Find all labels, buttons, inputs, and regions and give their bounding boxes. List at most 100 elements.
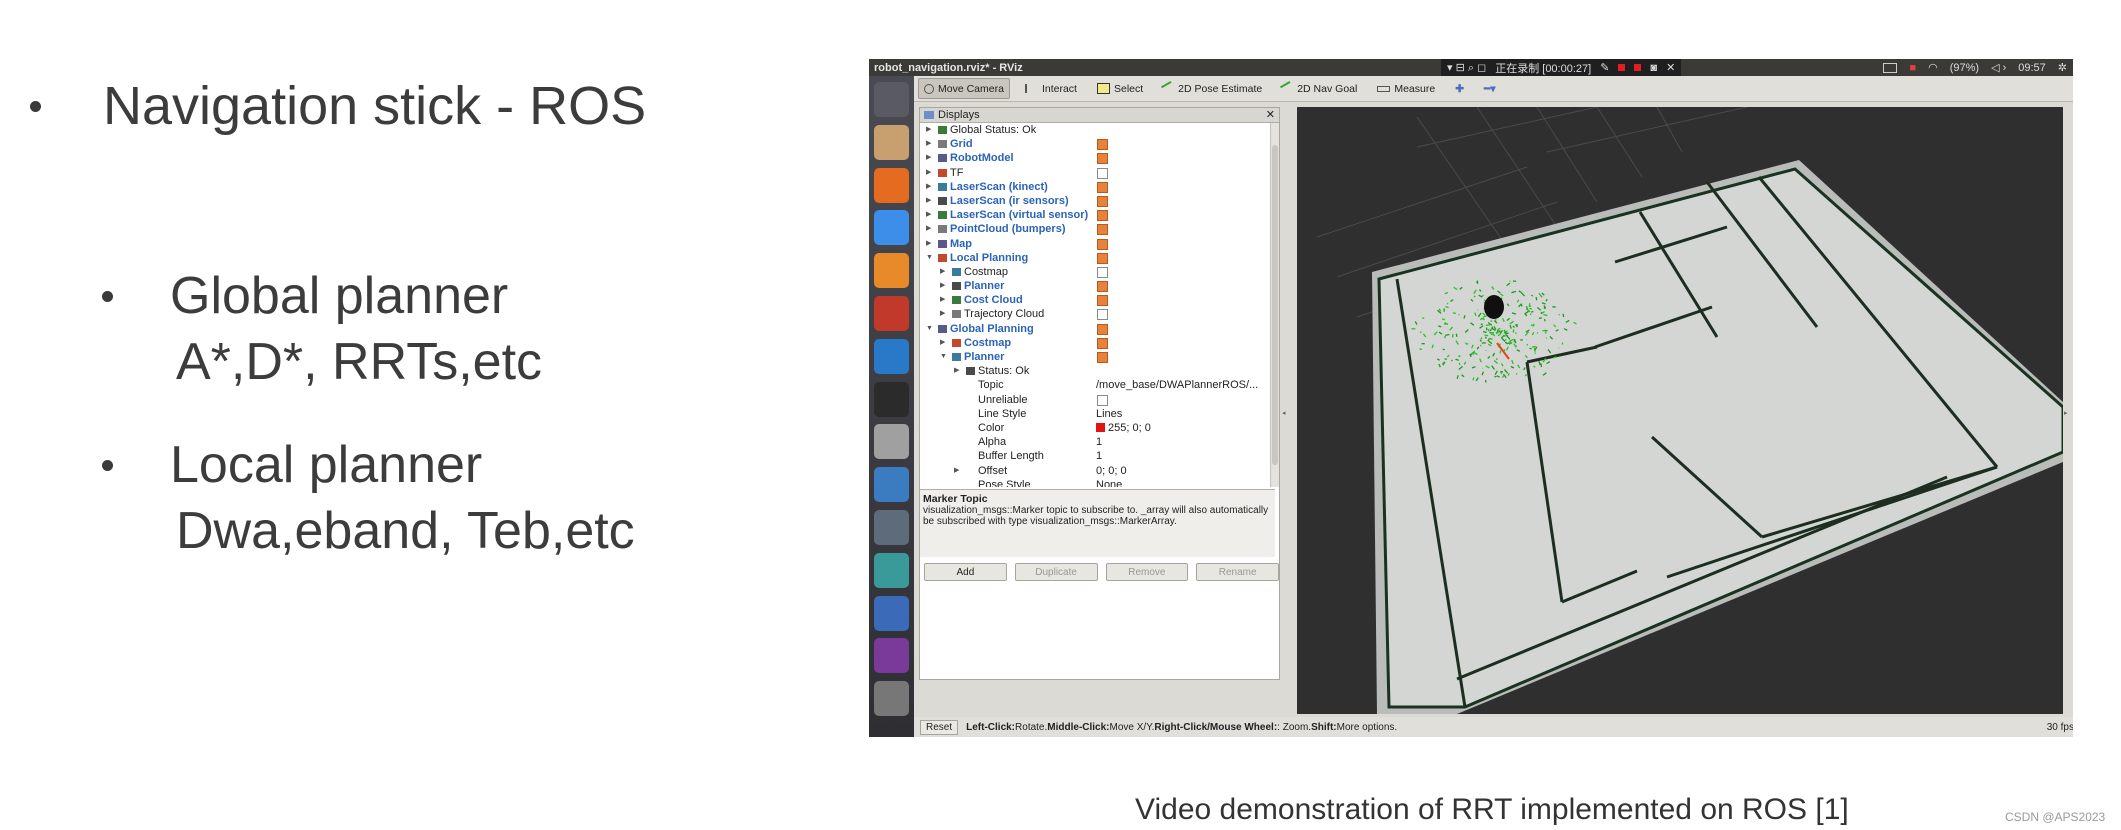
property-value[interactable]: 0; 0; 0 — [1096, 464, 1127, 478]
property-value[interactable]: Lines — [1096, 407, 1122, 421]
property-value[interactable]: 1 — [1096, 435, 1102, 449]
enable-checkbox[interactable] — [1097, 139, 1108, 151]
python-icon[interactable] — [874, 467, 909, 503]
recording-controls-icon[interactable]: ▾ ⊟ ⌕ ◻ — [1447, 61, 1486, 75]
battery-text[interactable]: (97%) — [1950, 62, 1979, 74]
expand-arrow-icon[interactable]: ▶ — [926, 166, 931, 180]
display-row[interactable]: ▶ PointCloud (bumpers) — [920, 222, 1270, 236]
dash-icon[interactable] — [874, 82, 909, 117]
enable-checkbox[interactable] — [1097, 224, 1108, 236]
help-icon[interactable] — [874, 424, 909, 460]
enable-checkbox[interactable] — [1097, 167, 1108, 179]
expand-arrow-icon[interactable]: ▶ — [940, 279, 945, 293]
display-row[interactable]: ▶ Offset 0; 0; 0 — [920, 464, 1270, 478]
display-row[interactable]: ▶ Costmap — [920, 336, 1270, 350]
collapse-right-icon[interactable]: ▸ — [2064, 409, 2068, 417]
add-button[interactable]: Add — [924, 563, 1007, 581]
vscode-icon[interactable] — [874, 338, 909, 374]
enable-checkbox[interactable] — [1097, 309, 1108, 321]
display-row[interactable]: ▶ Status: Ok — [920, 364, 1270, 378]
display-row[interactable]: ▶ Grid — [920, 137, 1270, 151]
enable-checkbox[interactable] — [1097, 181, 1108, 193]
enable-checkbox[interactable] — [1097, 394, 1108, 406]
enable-checkbox[interactable] — [1097, 323, 1108, 335]
display-row[interactable]: ▶ Cost Cloud — [920, 293, 1270, 307]
gear-icon[interactable]: ✲ — [2058, 61, 2067, 74]
expand-arrow-icon[interactable]: ▶ — [940, 336, 945, 350]
property-value[interactable]: None — [1096, 478, 1122, 487]
update-icon[interactable] — [874, 552, 909, 588]
display-row[interactable]: ▶ TF — [920, 166, 1270, 180]
enable-checkbox[interactable] — [1097, 153, 1108, 165]
display-row[interactable]: Color 255; 0; 0 — [920, 421, 1270, 435]
tool-add[interactable]: ✚ — [1450, 79, 1469, 98]
expand-arrow-icon[interactable]: ▶ — [926, 208, 931, 222]
terminal-icon[interactable] — [874, 381, 909, 417]
display-row[interactable]: ▶ LaserScan (ir sensors) — [920, 194, 1270, 208]
expand-arrow-icon[interactable]: ▼ — [940, 350, 947, 364]
expand-arrow-icon[interactable]: ▶ — [926, 180, 931, 194]
3d-viewport[interactable] — [1297, 107, 2063, 714]
display-row[interactable]: ▼ Local Planning — [920, 251, 1270, 265]
tool-interact[interactable]: Interact — [1020, 79, 1082, 98]
display-row[interactable]: ▶ Planner — [920, 279, 1270, 293]
display-row[interactable]: ▶ Trajectory Cloud — [920, 307, 1270, 321]
display-row[interactable]: Unreliable — [920, 393, 1270, 407]
enable-checkbox[interactable] — [1097, 295, 1108, 307]
display-row[interactable]: Alpha 1 — [920, 435, 1270, 449]
pen-icon[interactable]: ✎ — [1600, 61, 1609, 74]
stop-icon[interactable] — [1618, 64, 1626, 71]
close-icon[interactable]: ✕ — [1266, 108, 1275, 121]
files-icon[interactable] — [874, 124, 909, 160]
reset-button[interactable]: Reset — [920, 719, 959, 735]
tool-select[interactable]: Select — [1092, 79, 1148, 98]
display-row[interactable]: ▶ Costmap — [920, 265, 1270, 279]
enable-checkbox[interactable] — [1097, 210, 1108, 222]
firefox-icon[interactable] — [874, 167, 909, 203]
camera-icon[interactable]: ◙ — [1650, 62, 1657, 74]
property-value[interactable]: 255; 0; 0 — [1096, 421, 1151, 435]
enable-checkbox[interactable] — [1097, 281, 1108, 293]
expand-arrow-icon[interactable]: ▶ — [954, 364, 959, 378]
volume-icon[interactable]: ◁ › — [1991, 61, 2006, 74]
enable-checkbox[interactable] — [1097, 252, 1108, 264]
expand-arrow-icon[interactable]: ▶ — [954, 464, 959, 478]
display-row[interactable]: Topic/move_base/DWAPlannerROS/... — [920, 378, 1270, 392]
expand-arrow-icon[interactable]: ▼ — [926, 251, 933, 265]
expand-arrow-icon[interactable]: ▶ — [926, 123, 931, 137]
display-row[interactable]: ▶ Map — [920, 237, 1270, 251]
enable-checkbox[interactable] — [1097, 352, 1108, 363]
wifi-icon[interactable]: ◠ — [1928, 61, 1938, 74]
display-row[interactable]: Pose Style None — [920, 478, 1270, 487]
record-icon[interactable] — [1634, 64, 1642, 71]
rviz-icon[interactable] — [874, 510, 909, 545]
enable-checkbox[interactable] — [1097, 266, 1108, 278]
tool-2d-pose-estimate[interactable]: 2D Pose Estimate — [1158, 79, 1267, 98]
enable-checkbox[interactable] — [1097, 195, 1108, 207]
display-row[interactable]: ▶ Global Status: Ok — [920, 123, 1270, 137]
keyboard-icon[interactable] — [1883, 62, 1898, 73]
property-value[interactable]: 1 — [1096, 449, 1102, 463]
expand-arrow-icon[interactable]: ▶ — [940, 265, 945, 279]
display-row[interactable]: Line Style Lines — [920, 407, 1270, 421]
trash-icon[interactable] — [874, 681, 909, 717]
display-row[interactable]: ▶ RobotModel — [920, 151, 1270, 165]
tree-scrollbar[interactable] — [1270, 123, 1279, 487]
display-row[interactable]: ▼ Global Planning — [920, 322, 1270, 336]
enable-checkbox[interactable] — [1097, 337, 1108, 349]
display-row[interactable]: ▶ LaserScan (kinect) — [920, 180, 1270, 194]
duplicate-button[interactable]: Duplicate — [1014, 563, 1098, 581]
expand-arrow-icon[interactable]: ▶ — [940, 293, 945, 307]
display-row[interactable]: ▶ LaserScan (virtual sensor) — [920, 208, 1270, 222]
enable-checkbox[interactable] — [1097, 238, 1108, 250]
expand-arrow-icon[interactable]: ▶ — [926, 137, 931, 151]
expand-arrow-icon[interactable]: ▶ — [926, 151, 931, 165]
remove-button[interactable]: Remove — [1105, 563, 1189, 581]
tool-remove[interactable]: ━▾ — [1479, 79, 1501, 98]
expand-arrow-icon[interactable]: ▼ — [926, 322, 933, 336]
collapse-left-icon[interactable]: ◂ — [1282, 409, 1286, 417]
clock[interactable]: 09:57 — [2018, 62, 2046, 74]
software-center-icon[interactable] — [874, 253, 909, 289]
settings-icon[interactable] — [874, 296, 909, 331]
workspace-icon[interactable] — [874, 638, 909, 674]
